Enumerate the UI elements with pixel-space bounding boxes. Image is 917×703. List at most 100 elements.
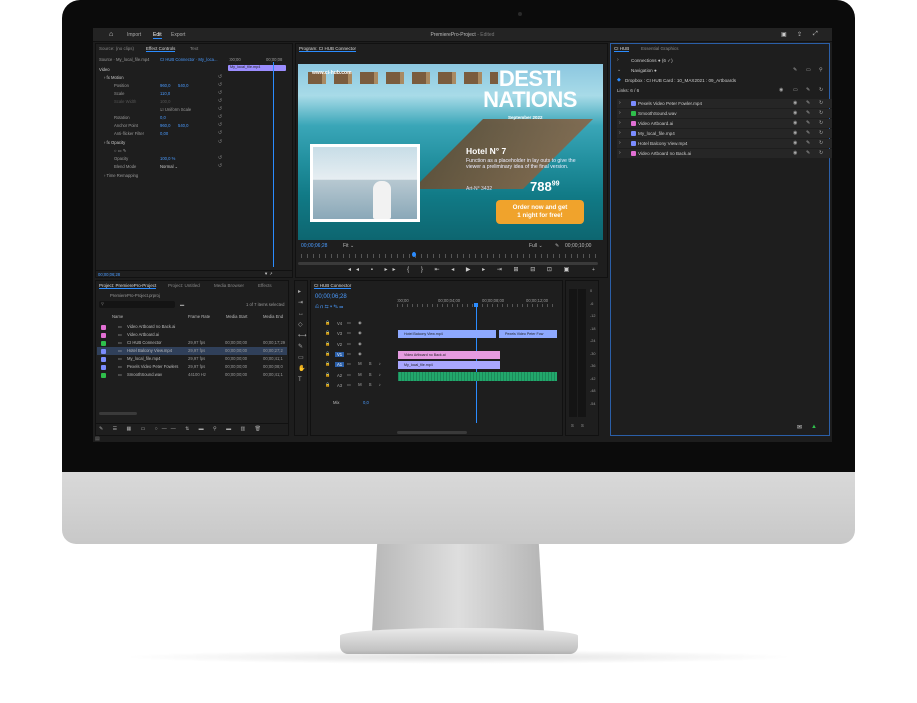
mix-value[interactable]: 0,0 xyxy=(363,400,369,405)
project-item[interactable]: ▭ Video Artboard.ai xyxy=(97,331,287,339)
track-label[interactable]: V2 xyxy=(335,342,344,347)
mail-icon[interactable]: ✉ xyxy=(797,424,802,431)
program-timecode[interactable]: 00;00;06;28 xyxy=(301,243,327,249)
relink-icon[interactable]: ✎ xyxy=(806,99,810,108)
collapse-icon[interactable]: ⌄ xyxy=(617,66,621,75)
relink-icon[interactable]: ✎ xyxy=(806,139,810,148)
zoom-scrollbar[interactable] xyxy=(298,262,598,265)
track-label[interactable]: V4 xyxy=(335,321,344,326)
status-icon[interactable]: ◉ xyxy=(793,119,797,128)
label-color-chip[interactable] xyxy=(101,340,106,346)
status-icon[interactable]: ◉ xyxy=(793,139,797,148)
project-scrollbar[interactable] xyxy=(99,412,137,415)
tab-program[interactable]: Program: CI HUB Connector xyxy=(299,46,357,52)
track-toggle-icons[interactable]: ▭ ◉ xyxy=(347,320,365,325)
project-item[interactable]: ▭ CI HUB Connector 29,97 fps 00;00;00;00 00;… xyxy=(97,339,287,347)
status-icon[interactable]: ◉ xyxy=(793,109,797,118)
col-frame-rate[interactable]: Frame Rate xyxy=(188,314,210,319)
folder-icon[interactable]: ▭ xyxy=(806,66,811,75)
refresh-icon[interactable]: ↻ xyxy=(819,129,823,138)
project-item[interactable]: ▭ SmoothSound.wav 44100 Hz 00;00;00;00 00;00… xyxy=(97,371,287,379)
ec-time-remapping[interactable]: › Time Remapping xyxy=(104,173,138,178)
ec-motion[interactable]: › fx Motion xyxy=(104,75,124,80)
track-header[interactable]: V3 ▭ ◉ 🔒 xyxy=(311,330,395,339)
label-color-chip[interactable] xyxy=(101,364,106,370)
folder-icon[interactable]: ▬ xyxy=(180,302,184,307)
track-header[interactable]: V2 ▭ ◉ 🔒 xyxy=(311,341,395,350)
source-target[interactable]: CI HUB Connector · My_loca... xyxy=(160,57,217,62)
ec-row-value[interactable]: 960,0 xyxy=(160,123,170,128)
track-header[interactable]: A1 ▭ M S ♪ 🔒 xyxy=(311,361,395,370)
fullscreen-icon[interactable]: ⤢ xyxy=(813,31,818,38)
connections-row[interactable]: › Connections ● (6 ✓) xyxy=(617,56,832,65)
track-toggle-icons[interactable]: ▭ M S ♪ xyxy=(347,372,384,377)
ec-playhead[interactable] xyxy=(273,62,274,267)
refresh-icon[interactable]: ↻ xyxy=(819,149,823,158)
status-icon[interactable]: ◉ xyxy=(793,149,797,158)
track-header[interactable]: V1 ▭ ◉ 🔒 xyxy=(311,351,395,360)
lock-icon[interactable]: 🔒 xyxy=(325,372,330,378)
col-name[interactable]: Name xyxy=(112,314,123,319)
lock-icon[interactable]: 🔒 xyxy=(325,351,330,357)
expand-icon[interactable]: › xyxy=(619,109,621,118)
ec-row-value[interactable]: 540,0 xyxy=(178,83,188,88)
track-toggle-icons[interactable]: ▭ ◉ xyxy=(347,351,365,356)
reset-icon[interactable]: ↺ xyxy=(218,98,222,104)
track-toggle-icons[interactable]: ▭ ◉ xyxy=(347,330,365,335)
tag-icon[interactable]: ✎ xyxy=(793,66,797,75)
track-header[interactable]: A3 ▭ M S ♪ 🔒 xyxy=(311,382,395,391)
ec-clip-bar[interactable]: My_local_file.mp4 xyxy=(228,65,286,71)
tab-project[interactable]: Project: PremierePro-Project xyxy=(99,283,157,289)
reset-icon[interactable]: ↺ xyxy=(218,90,222,96)
tab-essential-graphics[interactable]: Essential Graphics xyxy=(641,46,679,51)
uniform-scale-checkbox[interactable]: ☑ Uniform Scale xyxy=(160,107,191,112)
fit-select[interactable]: Fit ⌄ xyxy=(343,243,354,249)
tool-icons[interactable]: ▸ ⇥ ↔ ◇ ⟷ ✎ ▭ ✋ T xyxy=(298,287,307,386)
label-color-chip[interactable] xyxy=(101,356,106,362)
program-playhead[interactable] xyxy=(412,252,416,257)
col-media-start[interactable]: Media Start xyxy=(226,314,247,319)
ec-opacity-value[interactable]: 100,0 % xyxy=(160,156,175,161)
track-label[interactable]: V3 xyxy=(335,331,344,336)
refresh-icon[interactable]: ↻ xyxy=(819,109,823,118)
ec-row-value[interactable]: 0,00 xyxy=(160,131,168,136)
refresh-icon[interactable]: ↻ xyxy=(819,139,823,148)
label-color-chip[interactable] xyxy=(101,348,106,354)
project-search-input[interactable]: ⚲ xyxy=(99,301,175,308)
expand-icon[interactable]: › xyxy=(619,129,621,138)
refresh-icon[interactable]: ↻ xyxy=(819,99,823,108)
track-label[interactable]: V1 xyxy=(335,351,345,357)
expand-icon[interactable]: › xyxy=(619,99,621,108)
timeline-tools[interactable]: ⎌ ⊓ ⇆ ▾ ✎ ▭ xyxy=(315,304,343,310)
status-icon[interactable]: ◉ xyxy=(793,99,797,108)
project-item[interactable]: ▭ Video Artboard no Back.ai xyxy=(97,323,287,331)
breadcrumb[interactable]: ◆ Dropbox : CI HUB Card : 10_MAX2021 : 0… xyxy=(617,76,832,85)
track-header[interactable]: A2 ▭ M S ♪ 🔒 xyxy=(311,372,395,381)
timeline-clip[interactable]: Hotel Balcony View.mp4 xyxy=(398,330,496,338)
quality-select[interactable]: Full ⌄ xyxy=(529,243,543,249)
timeline-clip[interactable]: Pexels Video Peter Fow xyxy=(499,330,557,338)
col-media-end[interactable]: Media End xyxy=(263,314,283,319)
add-button-icon[interactable]: + xyxy=(592,267,595,273)
tab-media-browser[interactable]: Media Browser xyxy=(214,283,244,288)
relink-icon[interactable]: ✎ xyxy=(806,86,810,95)
reset-icon[interactable]: ↺ xyxy=(218,130,222,136)
expand-icon[interactable]: › xyxy=(619,149,621,158)
expand-icon[interactable]: › xyxy=(617,56,619,65)
hub-file-row[interactable]: › SmoothSound.wav ◉ ✎ ↻ xyxy=(617,109,832,118)
project-item[interactable]: ▭ Hotel Balcony View.mp4 29,97 fps 00;00;00… xyxy=(97,347,287,355)
status-icon[interactable]: ◉ xyxy=(793,129,797,138)
tab-effects[interactable]: Effects xyxy=(258,283,272,288)
reset-icon[interactable]: ↺ xyxy=(218,139,222,145)
share-icon[interactable]: ⇪ xyxy=(797,31,802,38)
label-color-chip[interactable] xyxy=(101,332,106,338)
project-item[interactable]: ▭ Pexels Video Peter Fowlers 29,97 fps 00;0… xyxy=(97,363,287,371)
relink-icon[interactable]: ✎ xyxy=(806,109,810,118)
reset-icon[interactable]: ↺ xyxy=(218,122,222,128)
timeline-clip[interactable]: My_local_file.mp4 xyxy=(398,361,500,369)
hub-file-row[interactable]: › Pexels Video Peter Fowler.mp4 ◉ ✎ ↻ xyxy=(617,99,832,108)
ec-row-value[interactable]: 960,0 xyxy=(160,83,170,88)
track-toggle-icons[interactable]: ▭ M S ♪ xyxy=(347,382,384,387)
lock-icon[interactable]: 🔒 xyxy=(325,330,330,336)
reset-icon[interactable]: ↺ xyxy=(218,82,222,88)
